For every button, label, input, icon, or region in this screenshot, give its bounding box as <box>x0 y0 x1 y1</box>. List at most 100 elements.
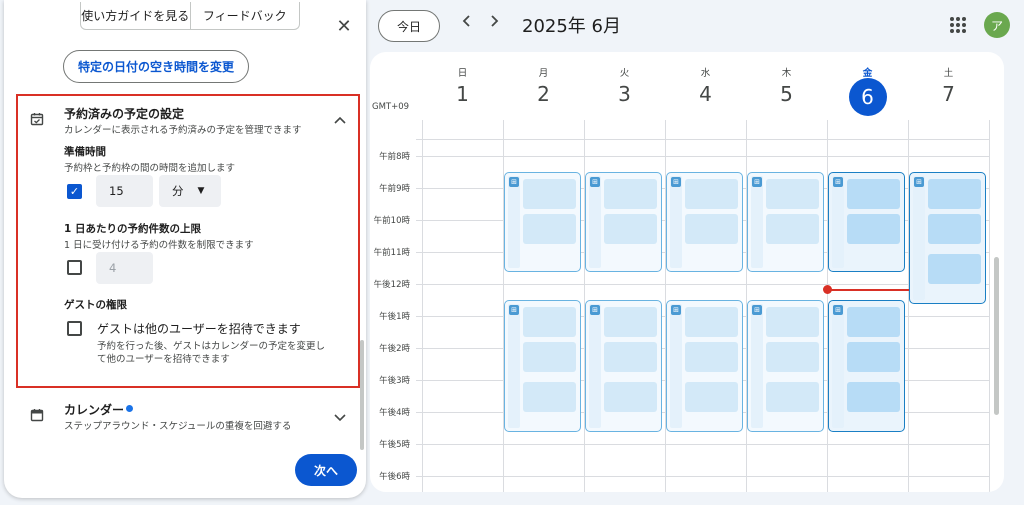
guest-permission-title: ゲストの権限 <box>64 299 127 311</box>
event-check-icon <box>30 112 44 130</box>
feedback-link[interactable]: フィードバック <box>191 2 300 29</box>
week-calendar: GMT+09 日 1 月 2 火 3 水 4 木 5 金 6 土 7 午前8時 午前9時 午前10時 午前11時午… <box>370 52 1004 492</box>
bookable-slot[interactable] <box>928 214 981 244</box>
time-label: 午前11時 <box>373 248 410 258</box>
bookable-slot[interactable] <box>766 214 819 244</box>
day-number[interactable]: 6 <box>848 78 887 116</box>
bookable-slot[interactable] <box>766 179 819 209</box>
next-button[interactable]: 次へ <box>295 454 357 486</box>
bookable-slot[interactable] <box>604 179 657 209</box>
grid-hour-line <box>416 156 990 157</box>
guide-link[interactable]: 使い方ガイドを見る <box>81 2 191 29</box>
availability-block[interactable]: ⊞ <box>585 300 662 432</box>
booking-page-icon: ⊞ <box>509 305 519 315</box>
availability-block[interactable]: ⊞ <box>666 172 743 272</box>
availability-block[interactable]: ⊞ <box>747 300 824 432</box>
calendar-icon <box>30 408 44 426</box>
bookable-slot[interactable] <box>523 179 576 209</box>
time-label: 午後1時 <box>379 312 410 322</box>
block-strip <box>832 304 844 428</box>
bookable-slot[interactable] <box>523 307 576 337</box>
availability-block[interactable]: ⊞ <box>828 300 905 432</box>
booking-page-icon: ⊞ <box>752 305 762 315</box>
day-name: 土 <box>943 68 954 79</box>
buffer-unit-select[interactable]: 分 ▼ <box>159 175 221 207</box>
current-time-dot <box>823 285 832 294</box>
bookable-slot[interactable] <box>523 342 576 372</box>
availability-block[interactable]: ⊞ <box>504 172 581 272</box>
day-name: 金 <box>862 68 873 79</box>
day-number[interactable]: 3 <box>605 82 645 106</box>
buffer-unit-label: 分 <box>172 184 184 198</box>
buffer-time-checkbox[interactable]: ✓ <box>67 184 82 199</box>
grid-hour-line <box>416 476 990 477</box>
apps-grid-icon[interactable] <box>950 17 966 33</box>
bookable-slot[interactable] <box>847 214 900 244</box>
booking-page-icon: ⊞ <box>833 305 843 315</box>
time-label: 午後6時 <box>379 472 410 482</box>
dropdown-arrow-icon: ▼ <box>197 186 205 196</box>
bookable-slot[interactable] <box>523 382 576 412</box>
chevron-right-icon[interactable] <box>489 13 499 32</box>
timezone-label: GMT+09 <box>372 102 410 112</box>
bookable-slot[interactable] <box>685 382 738 412</box>
availability-block[interactable]: ⊞ <box>666 300 743 432</box>
buffer-time-input[interactable]: 15 <box>96 175 153 207</box>
bookable-slot[interactable] <box>928 254 981 284</box>
availability-block[interactable]: ⊞ <box>828 172 905 272</box>
guest-invite-label[interactable]: ゲストは他のユーザーを招待できます <box>97 320 301 337</box>
guest-invite-checkbox[interactable] <box>67 321 82 336</box>
bookable-slot[interactable] <box>523 214 576 244</box>
guest-invite-desc-1: 予約を行った後、ゲストはカレンダーの予定を変更し <box>97 341 326 352</box>
close-icon[interactable]: ✕ <box>332 14 356 38</box>
day-number[interactable]: 7 <box>929 82 969 106</box>
bookable-slot[interactable] <box>604 214 657 244</box>
bookable-slot[interactable] <box>604 342 657 372</box>
day-number[interactable]: 5 <box>767 82 807 106</box>
bookable-slot[interactable] <box>685 214 738 244</box>
change-availability-button[interactable]: 特定の日付の空き時間を変更 <box>63 50 249 83</box>
bookable-slot[interactable] <box>604 382 657 412</box>
availability-block[interactable]: ⊞ <box>585 172 662 272</box>
bookable-slot[interactable] <box>847 179 900 209</box>
bookable-slot[interactable] <box>766 382 819 412</box>
bookable-slot[interactable] <box>685 307 738 337</box>
bookable-slot[interactable] <box>766 342 819 372</box>
guest-invite-desc-2: て他のユーザーを招待できます <box>97 354 230 365</box>
booking-page-icon: ⊞ <box>671 177 681 187</box>
bookable-slot[interactable] <box>685 342 738 372</box>
day-number[interactable]: 2 <box>524 82 564 106</box>
bookable-slot[interactable] <box>847 382 900 412</box>
panel-scrollbar[interactable] <box>360 340 364 450</box>
bookable-slot[interactable] <box>685 179 738 209</box>
daily-limit-input[interactable]: 4 <box>96 252 153 284</box>
day-name: 月 <box>538 68 549 79</box>
availability-block[interactable]: ⊞ <box>909 172 986 304</box>
bookable-slot[interactable] <box>847 307 900 337</box>
block-strip <box>913 176 925 300</box>
day-number[interactable]: 4 <box>686 82 726 106</box>
chevron-left-icon[interactable] <box>462 13 472 32</box>
booked-settings-title: 予約済みの予定の設定 <box>64 107 185 121</box>
availability-block[interactable]: ⊞ <box>504 300 581 432</box>
grid-hour-line <box>416 284 990 285</box>
bookable-slot[interactable] <box>928 179 981 209</box>
bookable-slot[interactable] <box>766 307 819 337</box>
today-button[interactable]: 今日 <box>378 10 440 42</box>
avatar[interactable]: ア <box>984 12 1010 38</box>
chevron-up-icon[interactable] <box>334 113 346 127</box>
day-name: 火 <box>619 68 630 79</box>
bookable-slot[interactable] <box>604 307 657 337</box>
current-month: 2025年 6月 <box>522 16 621 37</box>
current-time-line <box>827 289 909 291</box>
calendar-scrollbar[interactable] <box>994 257 999 415</box>
daily-limit-checkbox[interactable] <box>67 260 82 275</box>
chevron-down-icon[interactable] <box>334 411 346 425</box>
time-label: 午前10時 <box>373 216 410 226</box>
booked-settings-subtitle: カレンダーに表示される予約済みの予定を管理できます <box>64 125 302 136</box>
availability-block[interactable]: ⊞ <box>747 172 824 272</box>
day-number[interactable]: 1 <box>443 82 483 106</box>
bookable-slot[interactable] <box>847 342 900 372</box>
grid-column-line <box>422 120 423 492</box>
block-strip <box>751 304 763 428</box>
